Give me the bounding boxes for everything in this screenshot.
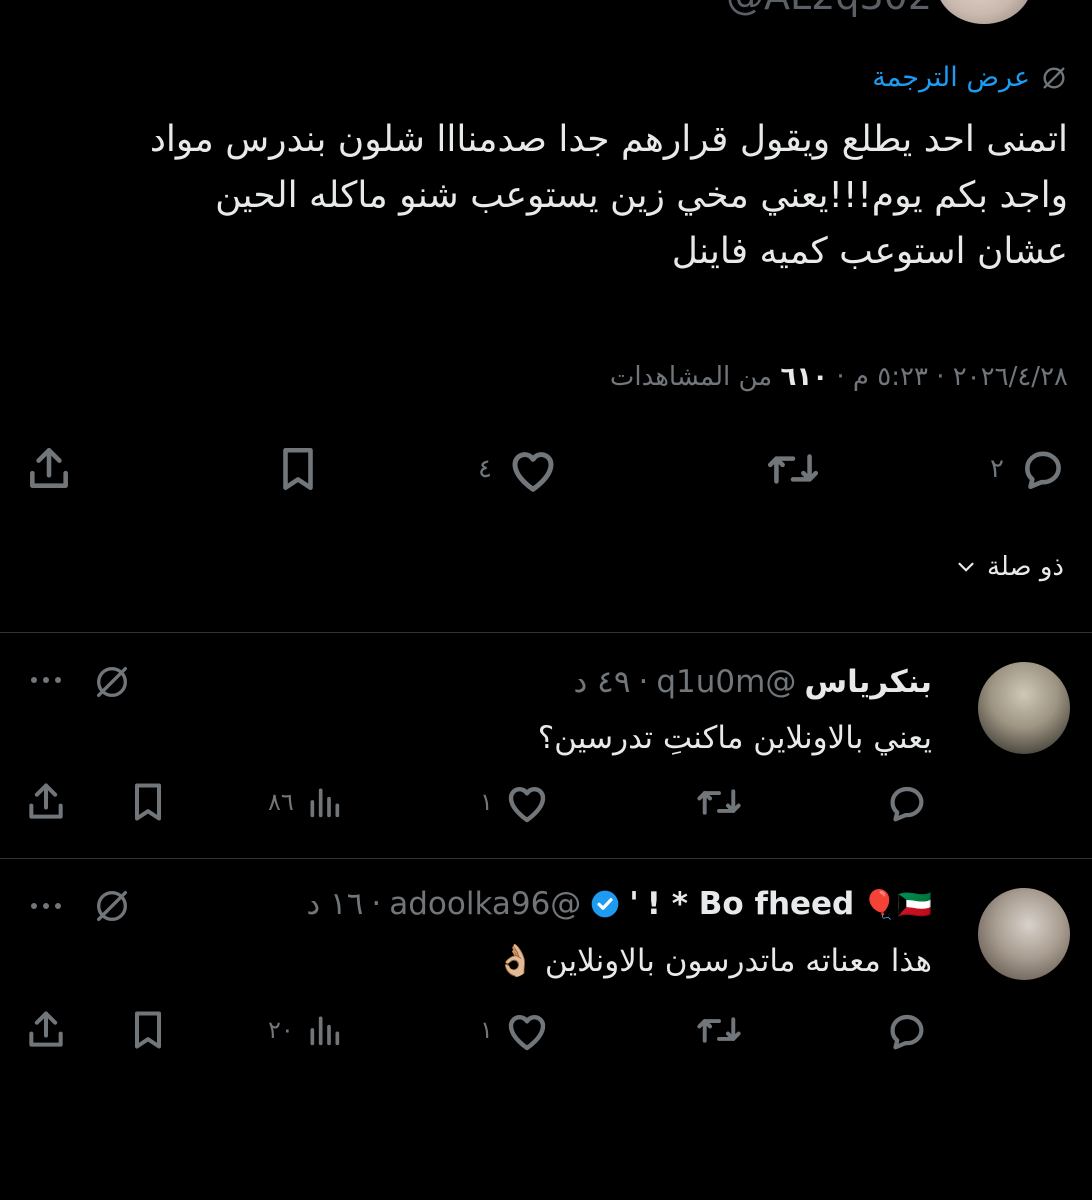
reply-time[interactable]: ١٦ د bbox=[306, 886, 363, 922]
more-dots-icon bbox=[26, 890, 66, 922]
reply-author-handle[interactable]: @adoolka96 bbox=[389, 886, 581, 922]
avatar[interactable] bbox=[978, 888, 1070, 980]
bookmark-button[interactable] bbox=[274, 444, 322, 494]
retweet-button[interactable] bbox=[694, 780, 744, 824]
analytics-bars-icon bbox=[304, 1008, 344, 1052]
analytics-bars-icon bbox=[304, 780, 344, 824]
tweet-text: اتمنى احد يطلع ويقول قرارهم جدا صدمنااا … bbox=[18, 112, 1068, 280]
reply-button[interactable]: ٢ bbox=[990, 444, 1068, 494]
comment-icon bbox=[884, 1008, 930, 1054]
reply-author-name[interactable]: بنكرياس bbox=[804, 664, 932, 700]
more-options-button[interactable] bbox=[26, 664, 66, 696]
views-count: ٦١٠ bbox=[780, 362, 829, 392]
author-handle[interactable]: @AL2q302 bbox=[726, 0, 932, 18]
reply-text: يعني بالاونلاين ماكنتِ تدرسين؟ bbox=[537, 720, 932, 756]
views-count: ٨٦ bbox=[268, 788, 294, 816]
more-dots-icon bbox=[26, 664, 66, 696]
more-options-button[interactable] bbox=[26, 890, 66, 922]
author-avatar[interactable] bbox=[936, 0, 1032, 24]
translate-toggle[interactable] bbox=[92, 886, 132, 926]
verified-badge-icon bbox=[589, 888, 621, 920]
divider bbox=[0, 632, 1092, 633]
translate-link[interactable]: عرض الترجمة bbox=[872, 62, 1068, 93]
bookmark-button[interactable] bbox=[126, 1008, 170, 1052]
comment-icon bbox=[884, 780, 930, 826]
tweet-text-line: واجد بكم يوم!!!يعني مخي زين يستوعب شنو م… bbox=[215, 175, 1068, 216]
reply-header: 🇰🇼🎈 Bo fheed * ! ' @adoolka96 · ١٦ د bbox=[306, 886, 932, 922]
avatar[interactable] bbox=[978, 662, 1070, 754]
globe-slash-icon bbox=[92, 886, 132, 926]
heart-icon bbox=[506, 444, 560, 494]
heart-icon bbox=[503, 1008, 551, 1052]
views-button[interactable]: ٢٠ bbox=[268, 1008, 344, 1052]
globe-slash-icon bbox=[92, 662, 132, 702]
like-count: ١ bbox=[480, 788, 493, 816]
retweet-icon bbox=[694, 780, 744, 824]
like-count: ١ bbox=[480, 1016, 493, 1044]
reply-author-handle[interactable]: @q1u0m bbox=[656, 664, 796, 700]
translate-label: عرض الترجمة bbox=[872, 62, 1030, 93]
reply-count: ٢ bbox=[990, 454, 1004, 484]
retweet-button[interactable] bbox=[764, 444, 822, 494]
reply-button[interactable] bbox=[884, 780, 930, 826]
name-emoji: 🇰🇼🎈 bbox=[862, 887, 932, 921]
retweet-icon bbox=[764, 444, 822, 494]
views-button[interactable]: ٨٦ bbox=[268, 780, 344, 824]
tweet-text-line: اتمنى احد يطلع ويقول قرارهم جدا صدمنااا … bbox=[149, 119, 1068, 160]
translate-toggle[interactable] bbox=[92, 662, 132, 702]
like-count: ٤ bbox=[478, 454, 492, 484]
share-icon bbox=[24, 1008, 68, 1052]
related-label: ذو صلة bbox=[986, 552, 1064, 582]
like-button[interactable]: ١ bbox=[480, 780, 551, 824]
bookmark-button[interactable] bbox=[126, 780, 170, 824]
share-icon bbox=[24, 444, 74, 494]
related-section-toggle[interactable]: ذو صلة bbox=[953, 552, 1064, 582]
bookmark-icon bbox=[126, 1008, 170, 1052]
reply-time[interactable]: ٤٩ د bbox=[574, 664, 631, 700]
reply-text: هذا معناته ماتدرسون بالاونلاين 👌🏼 bbox=[496, 943, 932, 979]
tweet-meta: ٢٠٢٦/٤/٢٨ · ٥:٢٣ م · ٦١٠ من المشاهدات bbox=[609, 362, 1068, 392]
tweet-date[interactable]: ٢٠٢٦/٤/٢٨ bbox=[953, 362, 1068, 392]
share-button[interactable] bbox=[24, 780, 68, 824]
heart-icon bbox=[503, 780, 551, 824]
globe-slash-icon bbox=[1040, 64, 1068, 92]
tweet-time[interactable]: ٥:٢٣ م bbox=[853, 362, 928, 392]
like-button[interactable]: ١ bbox=[480, 1008, 551, 1052]
share-button[interactable] bbox=[24, 444, 74, 494]
share-button[interactable] bbox=[24, 1008, 68, 1052]
reply-author-name[interactable]: Bo fheed * ! bbox=[647, 886, 854, 922]
retweet-icon bbox=[694, 1008, 744, 1052]
bookmark-icon bbox=[126, 780, 170, 824]
share-icon bbox=[24, 780, 68, 824]
retweet-button[interactable] bbox=[694, 1008, 744, 1052]
reply-header: بنكرياس @q1u0m · ٤٩ د bbox=[573, 664, 933, 700]
comment-icon bbox=[1018, 444, 1068, 494]
views-label: من المشاهدات bbox=[609, 362, 773, 392]
divider bbox=[0, 858, 1092, 859]
views-count: ٢٠ bbox=[268, 1016, 294, 1044]
reply-button[interactable] bbox=[884, 1008, 930, 1054]
chevron-down-icon bbox=[953, 554, 979, 580]
tweet-text-line: عشان استوعب كميه فاينل bbox=[671, 231, 1068, 272]
bookmark-icon bbox=[274, 444, 322, 494]
like-button[interactable]: ٤ bbox=[478, 444, 560, 494]
